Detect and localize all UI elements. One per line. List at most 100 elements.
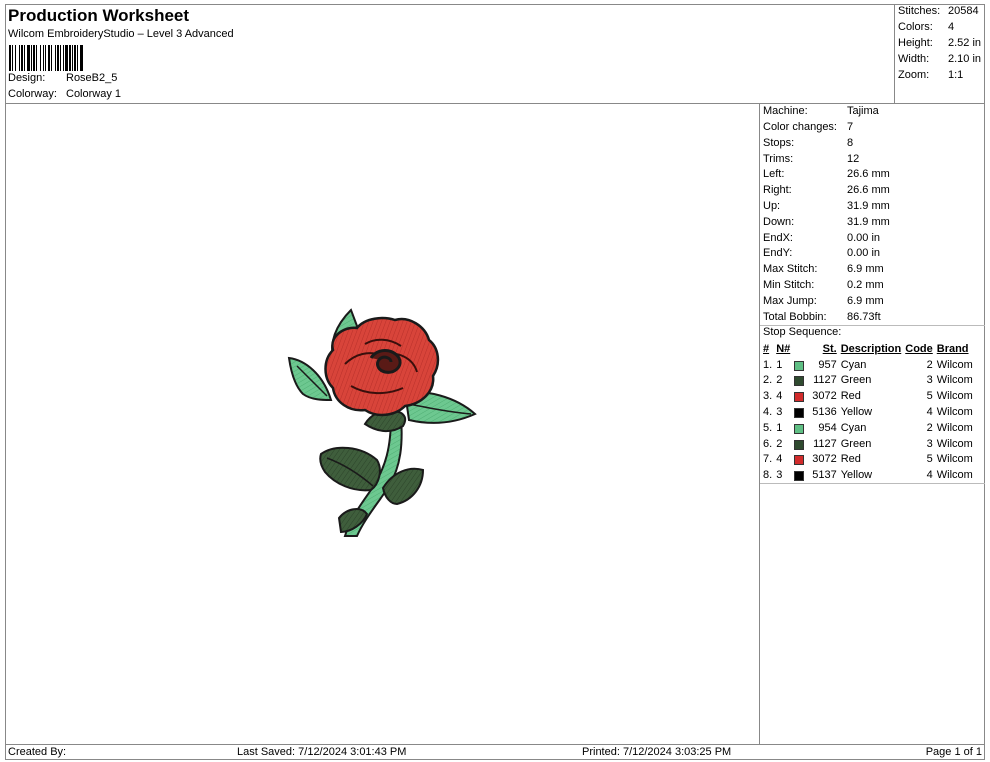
table-row: 8. 3 5137 Yellow 4 Wilcom — [761, 467, 975, 483]
needle-number: 2 — [776, 374, 783, 387]
down-row: Down: 31.9 mm — [763, 216, 890, 228]
max-stitch-label: Max Stitch: — [763, 263, 818, 275]
design-row: Design: RoseB2_5 — [8, 72, 117, 84]
stitches-row: Stitches: 20584 — [898, 5, 979, 17]
printed-date: Printed: 7/12/2024 3:03:25 PM — [582, 746, 732, 758]
up-label: Up: — [763, 200, 781, 212]
color-swatch — [794, 439, 805, 450]
stitch-count: 954 — [792, 420, 838, 436]
col-header-brand: Brand — [936, 342, 969, 355]
needle-number: 3 — [776, 469, 783, 482]
thread-brand: Wilcom — [936, 374, 973, 387]
stitch-count-value: 5136 — [812, 406, 837, 419]
row-number: 5. — [763, 421, 773, 434]
total-bobbin-value: 86.73ft — [847, 311, 881, 323]
max-jump-row: Max Jump: 6.9 mm — [763, 295, 884, 307]
up-row: Up: 31.9 mm — [763, 200, 890, 212]
page-number: Page 1 of 1 — [925, 746, 982, 758]
needle-number: 2 — [776, 437, 783, 450]
page-title: Production Worksheet — [8, 6, 190, 25]
trims-value: 12 — [847, 153, 860, 165]
colorway-value: Colorway 1 — [66, 88, 122, 100]
software-subtitle: Wilcom EmbroideryStudio – Level 3 Advanc… — [8, 28, 234, 40]
thread-description: Green — [840, 437, 872, 450]
stitch-count: 3072 — [792, 388, 838, 404]
stitch-count: 5137 — [792, 467, 838, 483]
down-value: 31.9 mm — [847, 216, 890, 228]
thread-code: 3 — [926, 374, 933, 387]
thread-code: 2 — [926, 358, 933, 371]
info-divider-top — [760, 325, 985, 326]
thread-brand: Wilcom — [936, 437, 973, 450]
right-value: 26.6 mm — [847, 184, 890, 196]
thread-description: Yellow — [840, 406, 873, 419]
table-row: 6. 2 1127 Green 3 Wilcom — [761, 436, 975, 452]
thread-description: Red — [840, 390, 861, 403]
thread-description: Green — [840, 374, 872, 387]
colors-label: Colors: — [898, 21, 933, 33]
needle-number: 1 — [776, 358, 783, 371]
row-number: 6. — [763, 437, 773, 450]
worksheet-header: Production Worksheet Wilcom EmbroiderySt… — [5, 4, 895, 104]
thread-code: 2 — [926, 421, 933, 434]
stops-label: Stops: — [763, 137, 795, 149]
stitch-count: 5136 — [792, 404, 838, 420]
col-header-num: # — [763, 342, 770, 355]
color-swatch — [794, 471, 805, 482]
total-bobbin-label: Total Bobbin: — [763, 311, 827, 323]
thread-brand: Wilcom — [936, 469, 973, 482]
min-stitch-row: Min Stitch: 0.2 mm — [763, 279, 884, 291]
table-row: 3. 4 3072 Red 5 Wilcom — [761, 388, 975, 404]
height-row: Height: 2.52 in — [898, 37, 981, 49]
width-value: 2.10 in — [948, 53, 982, 65]
rose-embroidery-image — [287, 308, 477, 537]
endx-row: EndX: 0.00 in — [763, 232, 880, 244]
max-stitch-row: Max Stitch: 6.9 mm — [763, 263, 884, 275]
left-label: Left: — [763, 168, 785, 180]
thread-brand: Wilcom — [936, 406, 973, 419]
design-label: Design: — [8, 72, 46, 84]
barcode-bar — [83, 45, 84, 71]
thread-brand: Wilcom — [936, 421, 973, 434]
down-label: Down: — [763, 216, 795, 228]
stitch-count: 1127 — [792, 373, 838, 389]
created-by: Created By: — [8, 746, 67, 758]
thread-brand: Wilcom — [936, 358, 973, 371]
max-stitch-value: 6.9 mm — [847, 263, 884, 275]
machine-value: Tajima — [847, 105, 879, 117]
height-value: 2.52 in — [948, 37, 982, 49]
right-label: Right: — [763, 184, 792, 196]
left-value: 26.6 mm — [847, 168, 890, 180]
summary-box: Stitches: 20584 Colors: 4 Height: 2.52 in W… — [895, 4, 985, 104]
min-stitch-value: 0.2 mm — [847, 279, 884, 291]
color-swatch — [794, 392, 805, 403]
stitch-count-value: 1127 — [813, 374, 837, 387]
zoom-row: Zoom: 1:1 — [898, 69, 963, 81]
thread-brand: Wilcom — [936, 453, 973, 466]
design-value: RoseB2_5 — [66, 72, 118, 84]
thread-code: 5 — [926, 453, 933, 466]
table-row: 2. 2 1127 Green 3 Wilcom — [761, 373, 975, 389]
stops-row: Stops: 8 — [763, 137, 853, 149]
last-saved: Last Saved: 7/12/2024 3:01:43 PM — [237, 746, 407, 758]
worksheet-footer: Created By: Last Saved: 7/12/2024 3:01:4… — [5, 744, 985, 760]
row-number: 7. — [763, 453, 773, 466]
min-stitch-label: Min Stitch: — [763, 279, 815, 291]
endy-value: 0.00 in — [847, 247, 881, 259]
thread-code: 4 — [926, 406, 933, 419]
zoom-label: Zoom: — [898, 69, 930, 81]
stitch-count-value: 3072 — [812, 453, 837, 466]
table-row: 7. 4 3072 Red 5 Wilcom — [761, 452, 975, 468]
endx-value: 0.00 in — [847, 232, 881, 244]
stitch-count: 957 — [792, 357, 838, 373]
thread-code: 3 — [926, 437, 933, 450]
thread-description: Yellow — [840, 469, 873, 482]
row-number: 3. — [763, 390, 773, 403]
color-swatch — [794, 376, 805, 387]
row-number: 1. — [763, 358, 773, 371]
machine-row: Machine: Tajima — [763, 105, 879, 117]
color-swatch — [794, 455, 805, 466]
endy-label: EndY: — [763, 247, 793, 259]
color-swatch — [794, 408, 805, 419]
thread-description: Cyan — [840, 421, 867, 434]
